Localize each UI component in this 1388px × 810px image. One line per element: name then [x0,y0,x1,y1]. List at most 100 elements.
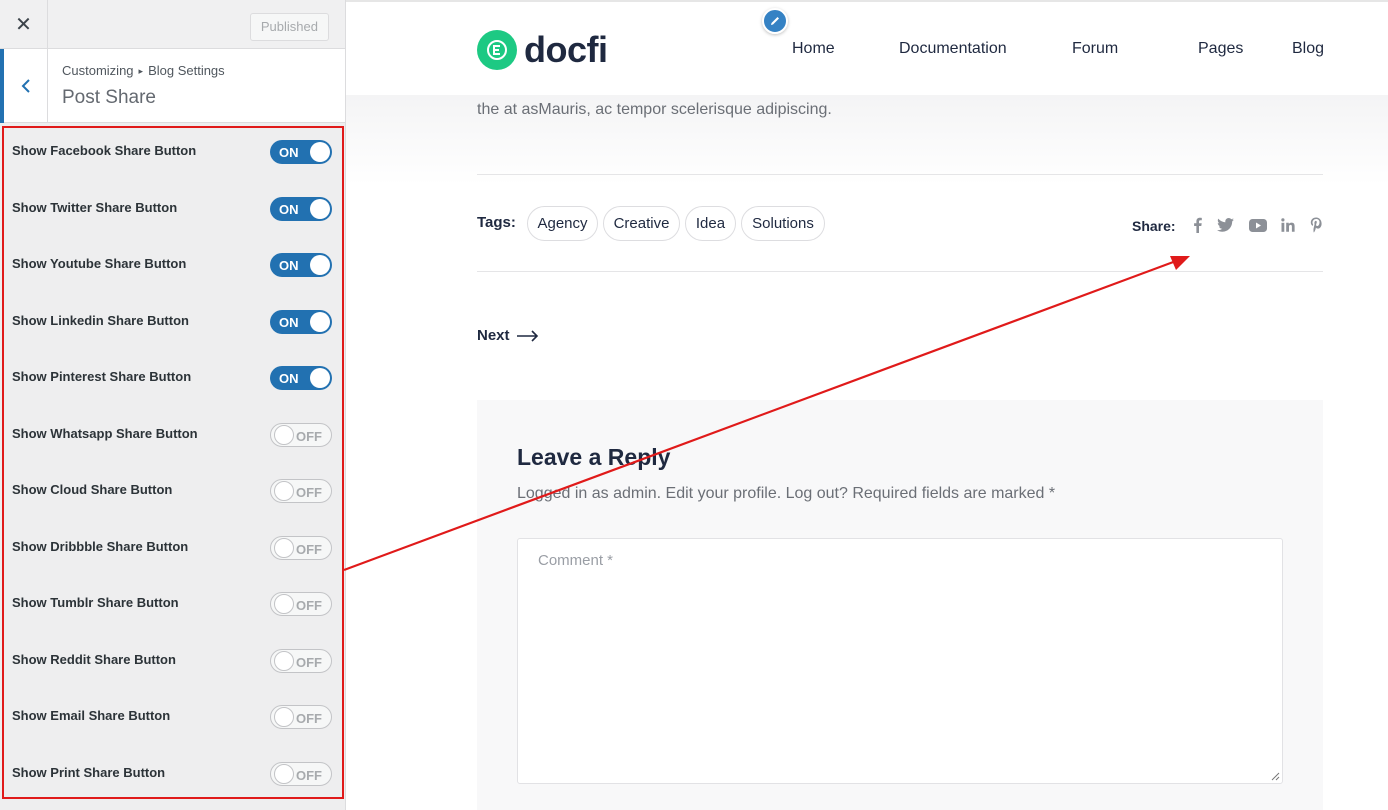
tags-label: Tags: [477,214,516,231]
toggle-label: Show Email Share Button [12,708,171,723]
toggle-state-text: OFF [296,655,322,670]
toggle-state-text: OFF [296,598,322,613]
toggle-knob [274,425,294,445]
toggle-label: Show Tumblr Share Button [12,595,179,610]
toggle-switch-dribbble[interactable]: OFF [270,536,332,560]
toggle-label: Show Linkedin Share Button [12,313,189,328]
toggle-knob [310,368,330,388]
toggle-switch-facebook[interactable]: ON [270,140,332,164]
section-title: Post Share [62,87,156,108]
toggle-state-text: OFF [296,768,322,783]
toggle-label: Show Twitter Share Button [12,200,178,215]
toggle-knob [274,481,294,501]
edit-shortcut-pencil-icon[interactable] [762,8,788,34]
next-post-link[interactable]: Next [477,327,539,344]
resize-grip-icon[interactable] [1270,771,1280,781]
toggle-knob [310,142,330,162]
nav-pages[interactable]: Pages [1198,40,1243,58]
share-label: Share: [1132,218,1176,234]
facebook-icon[interactable] [1191,215,1203,235]
site-header: docfi Home Documentation Forum Pages Blo… [346,0,1388,95]
nav-home[interactable]: Home [792,40,835,58]
next-label: Next [477,327,510,344]
toggle-state-text: ON [279,258,299,273]
divider [477,174,1323,175]
toggle-label: Show Cloud Share Button [12,482,173,497]
toggle-state-text: ON [279,202,299,217]
toggle-label: Show Pinterest Share Button [12,369,192,384]
toggle-switch-linkedin[interactable]: ON [270,310,332,334]
toggle-switch-email[interactable]: OFF [270,705,332,729]
tag-idea[interactable]: Idea [685,206,736,241]
breadcrumb-parent: Blog Settings [148,63,225,78]
reply-title: Leave a Reply [517,444,671,470]
comment-placeholder: Comment * [538,552,614,569]
toggle-switch-print[interactable]: OFF [270,762,332,786]
toggle-switch-reddit[interactable]: OFF [270,649,332,673]
toggle-state-text: ON [279,371,299,386]
toggle-knob [310,199,330,219]
toggle-switch-tumblr[interactable]: OFF [270,592,332,616]
toggle-switch-youtube[interactable]: ON [270,253,332,277]
toggle-switch-pinterest[interactable]: ON [270,366,332,390]
twitter-icon[interactable] [1216,215,1234,235]
toggle-row-twitter: Show Twitter Share Button ON [4,188,342,228]
toggle-label: Show Facebook Share Button [12,143,197,158]
toggle-label: Show Print Share Button [12,765,166,780]
toggle-state-text: ON [279,315,299,330]
toggle-knob [274,538,294,558]
logo-mark-icon [477,30,517,70]
toggle-row-linkedin: Show Linkedin Share Button ON [4,301,342,341]
toggle-state-text: ON [279,145,299,160]
toggle-label: Show Whatsapp Share Button [12,426,198,441]
toggle-row-youtube: Show Youtube Share Button ON [4,244,342,284]
toggle-row-facebook: Show Facebook Share Button ON [4,131,342,171]
site-preview: the at asMauris, ac tempor scelerisque a… [346,0,1388,810]
toggle-row-reddit: Show Reddit Share Button OFF [4,640,342,680]
post-excerpt: the at asMauris, ac tempor scelerisque a… [477,101,832,118]
site-logo[interactable]: docfi [477,29,608,71]
close-icon: ✕ [15,14,32,36]
toggle-label: Show Reddit Share Button [12,652,176,667]
nav-blog[interactable]: Blog [1292,40,1324,58]
nav-forum[interactable]: Forum [1072,40,1118,58]
youtube-icon[interactable] [1248,215,1267,235]
linkedin-icon[interactable] [1280,215,1296,235]
published-button[interactable]: Published [249,13,329,41]
section-header: Customizing ▸ Blog Settings Post Share [0,49,345,123]
tag-solutions[interactable]: Solutions [741,206,825,241]
toggle-row-dribbble: Show Dribbble Share Button OFF [4,527,342,567]
toggle-knob [310,255,330,275]
toggle-row-email: Show Email Share Button OFF [4,696,342,736]
toggle-label: Show Youtube Share Button [12,256,187,271]
tag-creative[interactable]: Creative [603,206,680,241]
toggle-row-pinterest: Show Pinterest Share Button ON [4,357,342,397]
toggle-row-print: Show Print Share Button OFF [4,753,342,793]
toggle-switch-whatsapp[interactable]: OFF [270,423,332,447]
chevron-left-icon [21,79,30,93]
toggle-knob [274,764,294,784]
toggle-state-text: OFF [296,485,322,500]
close-customizer-button[interactable]: ✕ [0,0,48,49]
toggle-row-whatsapp: Show Whatsapp Share Button OFF [4,414,342,454]
divider [477,271,1323,272]
arrow-right-icon [516,329,538,342]
toggle-knob [274,594,294,614]
toggle-row-cloud: Show Cloud Share Button OFF [4,470,342,510]
comment-textarea[interactable]: Comment * [517,538,1283,784]
breadcrumb-separator: ▸ [138,66,144,76]
tag-agency[interactable]: Agency [527,206,598,241]
toggle-state-text: OFF [296,429,322,444]
nav-documentation[interactable]: Documentation [899,40,1007,58]
toggle-state-text: OFF [296,542,322,557]
customizer-sidebar: ✕ Published Customizing ▸ Blog Settings Po… [0,0,346,810]
toggle-switch-twitter[interactable]: ON [270,197,332,221]
reply-meta-text: Logged in as admin. Edit your profile. L… [517,485,1056,502]
breadcrumb-root: Customizing [62,63,134,78]
toggle-knob [274,707,294,727]
share-toggle-list: Show Facebook Share Button ON Show Twitter… [2,126,344,799]
toggle-switch-cloud[interactable]: OFF [270,479,332,503]
back-button[interactable] [0,49,48,123]
pinterest-icon[interactable] [1309,215,1323,235]
comment-form-section: Leave a Reply Logged in as admin. Edit y… [477,400,1323,810]
